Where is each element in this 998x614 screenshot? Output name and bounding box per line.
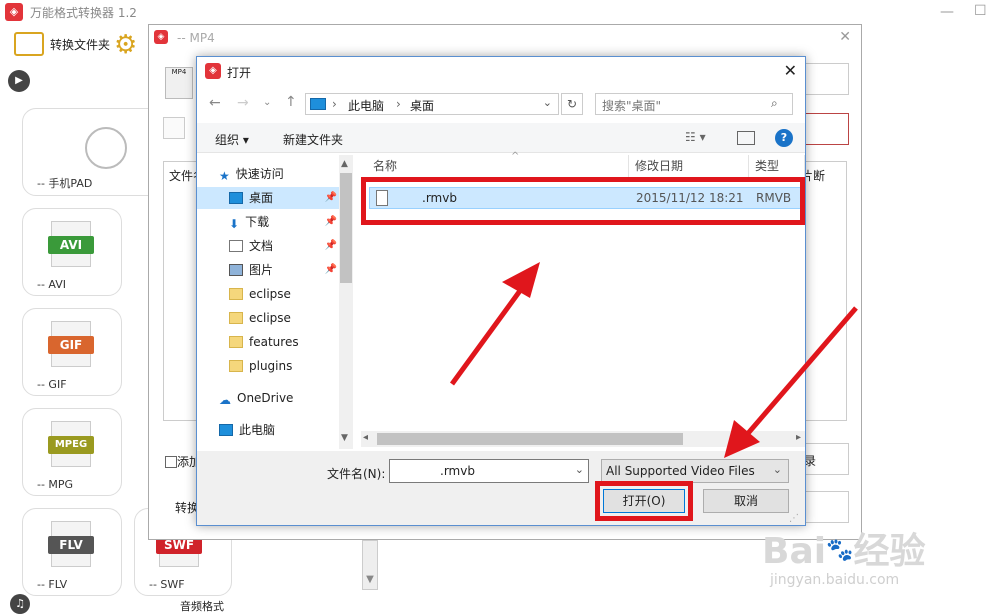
arrow-head-file	[502, 262, 540, 298]
arrow-to-open	[742, 306, 858, 440]
paw-icon: 🐾	[826, 538, 854, 563]
watermark-brand: Bai🐾经验	[762, 531, 926, 572]
arrow-to-file	[449, 286, 525, 386]
watermark-url: jingyan.baidu.com	[770, 572, 900, 588]
